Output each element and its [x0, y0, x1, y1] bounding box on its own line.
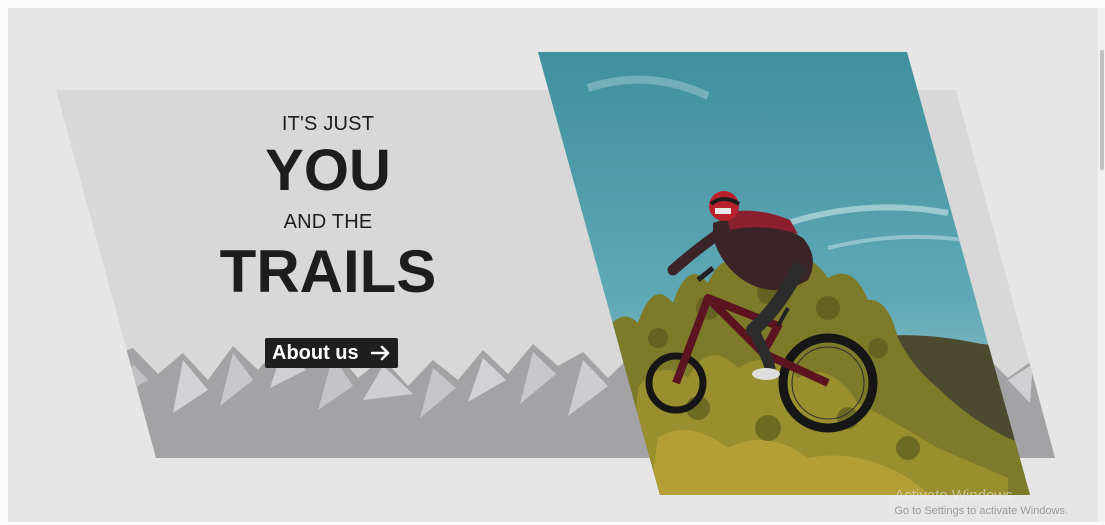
hero-headline: IT'S JUST YOU AND THE TRAILS	[198, 112, 458, 302]
watermark-subtitle: Go to Settings to activate Windows.	[894, 505, 1068, 517]
about-us-button[interactable]: About us	[265, 338, 398, 368]
headline-line-and-the: AND THE	[283, 211, 373, 233]
scrollbar-thumb[interactable]	[1100, 50, 1104, 170]
about-us-label: About us	[272, 341, 359, 364]
headline-line-its-just: IT'S JUST	[281, 113, 375, 135]
activate-windows-watermark: Activate Windows Go to Settings to activ…	[894, 487, 1068, 517]
arrow-right-icon	[370, 345, 391, 361]
hero-page: IT'S JUST YOU AND THE TRAILS About us	[8, 8, 1098, 522]
hero-photo	[538, 52, 1030, 495]
headline-line-trails: TRAILS	[219, 238, 437, 305]
watermark-title: Activate Windows	[894, 487, 1013, 504]
headline-line-you: YOU	[265, 138, 391, 203]
page-scrollbar[interactable]	[1098, 8, 1105, 522]
